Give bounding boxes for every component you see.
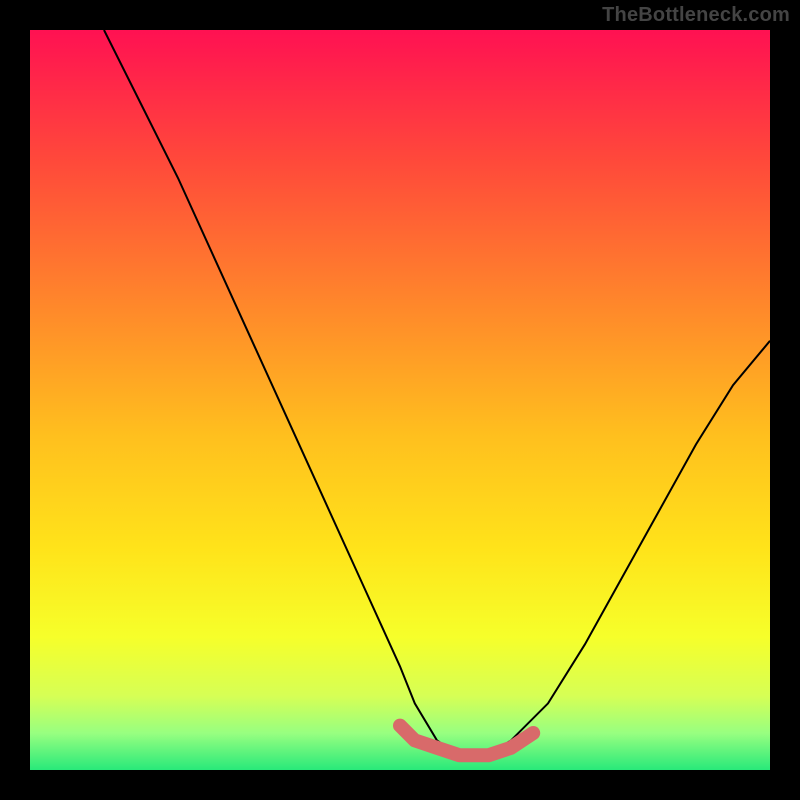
watermark-text: TheBottleneck.com [602,4,790,27]
chart-background [30,30,770,770]
chart-frame: TheBottleneck.com [0,0,800,800]
chart-svg [30,30,770,770]
chart-plot-area [30,30,770,770]
